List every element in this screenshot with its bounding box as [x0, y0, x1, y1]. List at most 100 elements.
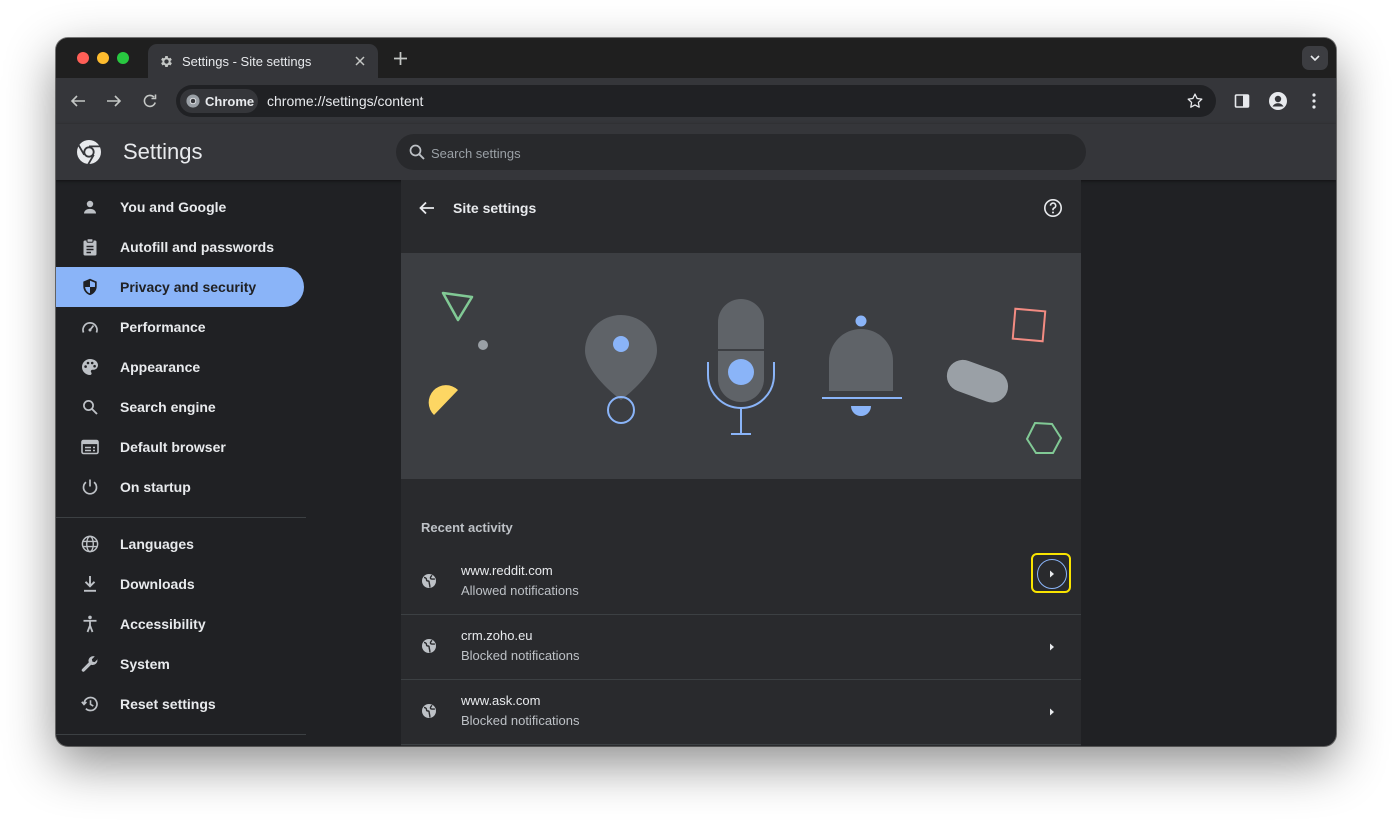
sidebar-item-appearance[interactable]: Appearance: [56, 347, 304, 387]
globe-icon: [422, 639, 436, 653]
help-icon[interactable]: [1043, 198, 1063, 218]
forward-button[interactable]: [102, 89, 126, 113]
search-icon: [80, 397, 100, 417]
site-name: crm.zoho.eu: [461, 628, 533, 643]
kebab-menu-icon: [1312, 93, 1316, 109]
list-item[interactable]: www.ask.com Blocked notifications: [401, 680, 1081, 745]
sidebar-item-label: Search engine: [120, 399, 216, 415]
sidebar-item-accessibility[interactable]: Accessibility: [56, 604, 304, 644]
arrow-right-icon: [1050, 570, 1054, 578]
shield-icon: [80, 277, 100, 297]
search-settings-box[interactable]: [396, 134, 1086, 172]
list-item[interactable]: www.reddit.com Allowed notifications: [401, 550, 1081, 615]
maximize-window-button[interactable]: [117, 52, 129, 64]
history-icon: [80, 694, 100, 714]
sidebar-item-search-engine[interactable]: Search engine: [56, 387, 304, 427]
page-title: Site settings: [453, 200, 537, 216]
site-name: www.reddit.com: [461, 563, 553, 578]
person-icon: [80, 197, 100, 217]
address-bar[interactable]: Chrome chrome://settings/content: [176, 85, 1216, 117]
menu-button[interactable]: [1304, 91, 1324, 111]
close-window-button[interactable]: [77, 52, 89, 64]
profile-button[interactable]: [1268, 91, 1288, 111]
browser-icon: [80, 437, 100, 457]
arrow-left-icon: [70, 95, 85, 107]
sidebar-item-label: System: [120, 656, 170, 672]
sidebar-item-label: Reset settings: [120, 696, 216, 712]
search-icon: [409, 144, 425, 160]
sidebar-item-system[interactable]: System: [56, 644, 304, 684]
lemon-shape: [428, 385, 458, 415]
back-arrow-icon[interactable]: [417, 198, 437, 218]
url-text[interactable]: chrome://settings/content: [267, 93, 423, 109]
sidebar-item-label: Accessibility: [120, 616, 206, 632]
card-header: Site settings: [401, 180, 1081, 236]
sidebar: You and Google Autofill and passwords Pr…: [56, 180, 306, 746]
sidebar-divider: [56, 517, 306, 518]
arrow-right-icon: [1050, 643, 1054, 651]
new-tab-button[interactable]: [390, 48, 410, 68]
arrow-right-icon: [107, 95, 122, 107]
sidebar-divider: [56, 734, 306, 735]
sidebar-item-label: Appearance: [120, 359, 201, 375]
location-pin-icon: [585, 315, 657, 424]
site-settings-illustration: [401, 253, 1081, 479]
sidebar-item-downloads[interactable]: Downloads: [56, 564, 304, 604]
site-name: www.ask.com: [461, 693, 541, 708]
tab-title: Settings - Site settings: [182, 53, 312, 69]
sidebar-item-autofill[interactable]: Autofill and passwords: [56, 227, 304, 267]
site-permission-status: Blocked notifications: [461, 648, 580, 663]
speedometer-icon: [80, 317, 100, 337]
sidebar-item-label: On startup: [120, 479, 191, 495]
clipboard-icon: [80, 237, 100, 257]
profile-icon: [1269, 92, 1287, 110]
power-icon: [80, 477, 100, 497]
sidebar-item-label: Autofill and passwords: [120, 239, 275, 255]
back-button[interactable]: [66, 89, 90, 113]
sidebar-item-label: Privacy and security: [120, 279, 257, 295]
capsule-shape: [946, 359, 1009, 403]
square-shape: [1011, 307, 1047, 343]
chevron-down-icon: [1310, 55, 1320, 61]
site-chip-label: Chrome: [205, 93, 255, 109]
site-permission-status: Allowed notifications: [461, 583, 579, 598]
bell-icon: [822, 315, 902, 416]
list-item[interactable]: crm.zoho.eu Blocked notifications: [401, 615, 1081, 680]
site-details-button[interactable]: [1037, 559, 1067, 589]
close-tab-icon[interactable]: [352, 53, 368, 69]
sidebar-item-languages[interactable]: Languages: [56, 524, 304, 564]
sidebar-item-privacy-and-security[interactable]: Privacy and security: [56, 267, 304, 307]
sidebar-item-reset-settings[interactable]: Reset settings: [56, 684, 304, 724]
reload-icon: [143, 94, 157, 108]
sidebar-item-label: Languages: [120, 536, 194, 552]
sidebar-item-performance[interactable]: Performance: [56, 307, 304, 347]
accessibility-icon: [80, 614, 100, 634]
toolbar: Chrome chrome://settings/content: [56, 78, 1336, 124]
chrome-logo-icon: [77, 140, 101, 165]
side-panel-icon: [1234, 94, 1250, 108]
reload-button[interactable]: [138, 89, 162, 113]
search-input[interactable]: [429, 134, 1033, 172]
sidebar-item-label: You and Google: [120, 199, 227, 215]
site-details-button[interactable]: [1036, 631, 1068, 663]
site-chip[interactable]: Chrome: [180, 89, 258, 113]
title-bar: Settings - Site settings: [56, 38, 1336, 78]
minimize-window-button[interactable]: [97, 52, 109, 64]
site-details-button[interactable]: [1036, 696, 1068, 728]
globe-icon: [422, 574, 436, 588]
globe-icon: [422, 704, 436, 718]
side-panel-button[interactable]: [1232, 91, 1252, 111]
globe-icon: [80, 534, 100, 554]
tab-settings[interactable]: Settings - Site settings: [148, 44, 378, 78]
settings-header: Settings: [56, 124, 1336, 180]
arrow-right-icon: [1050, 708, 1054, 716]
palette-icon: [80, 357, 100, 377]
sidebar-item-you-and-google[interactable]: You and Google: [56, 187, 304, 227]
hexagon-shape: [1025, 421, 1063, 454]
tab-search-button[interactable]: [1302, 46, 1328, 70]
bookmark-star-icon[interactable]: [1186, 92, 1204, 110]
sidebar-item-label: Downloads: [120, 576, 195, 592]
sidebar-item-label: Default browser: [120, 439, 226, 455]
sidebar-item-default-browser[interactable]: Default browser: [56, 427, 304, 467]
sidebar-item-on-startup[interactable]: On startup: [56, 467, 304, 507]
